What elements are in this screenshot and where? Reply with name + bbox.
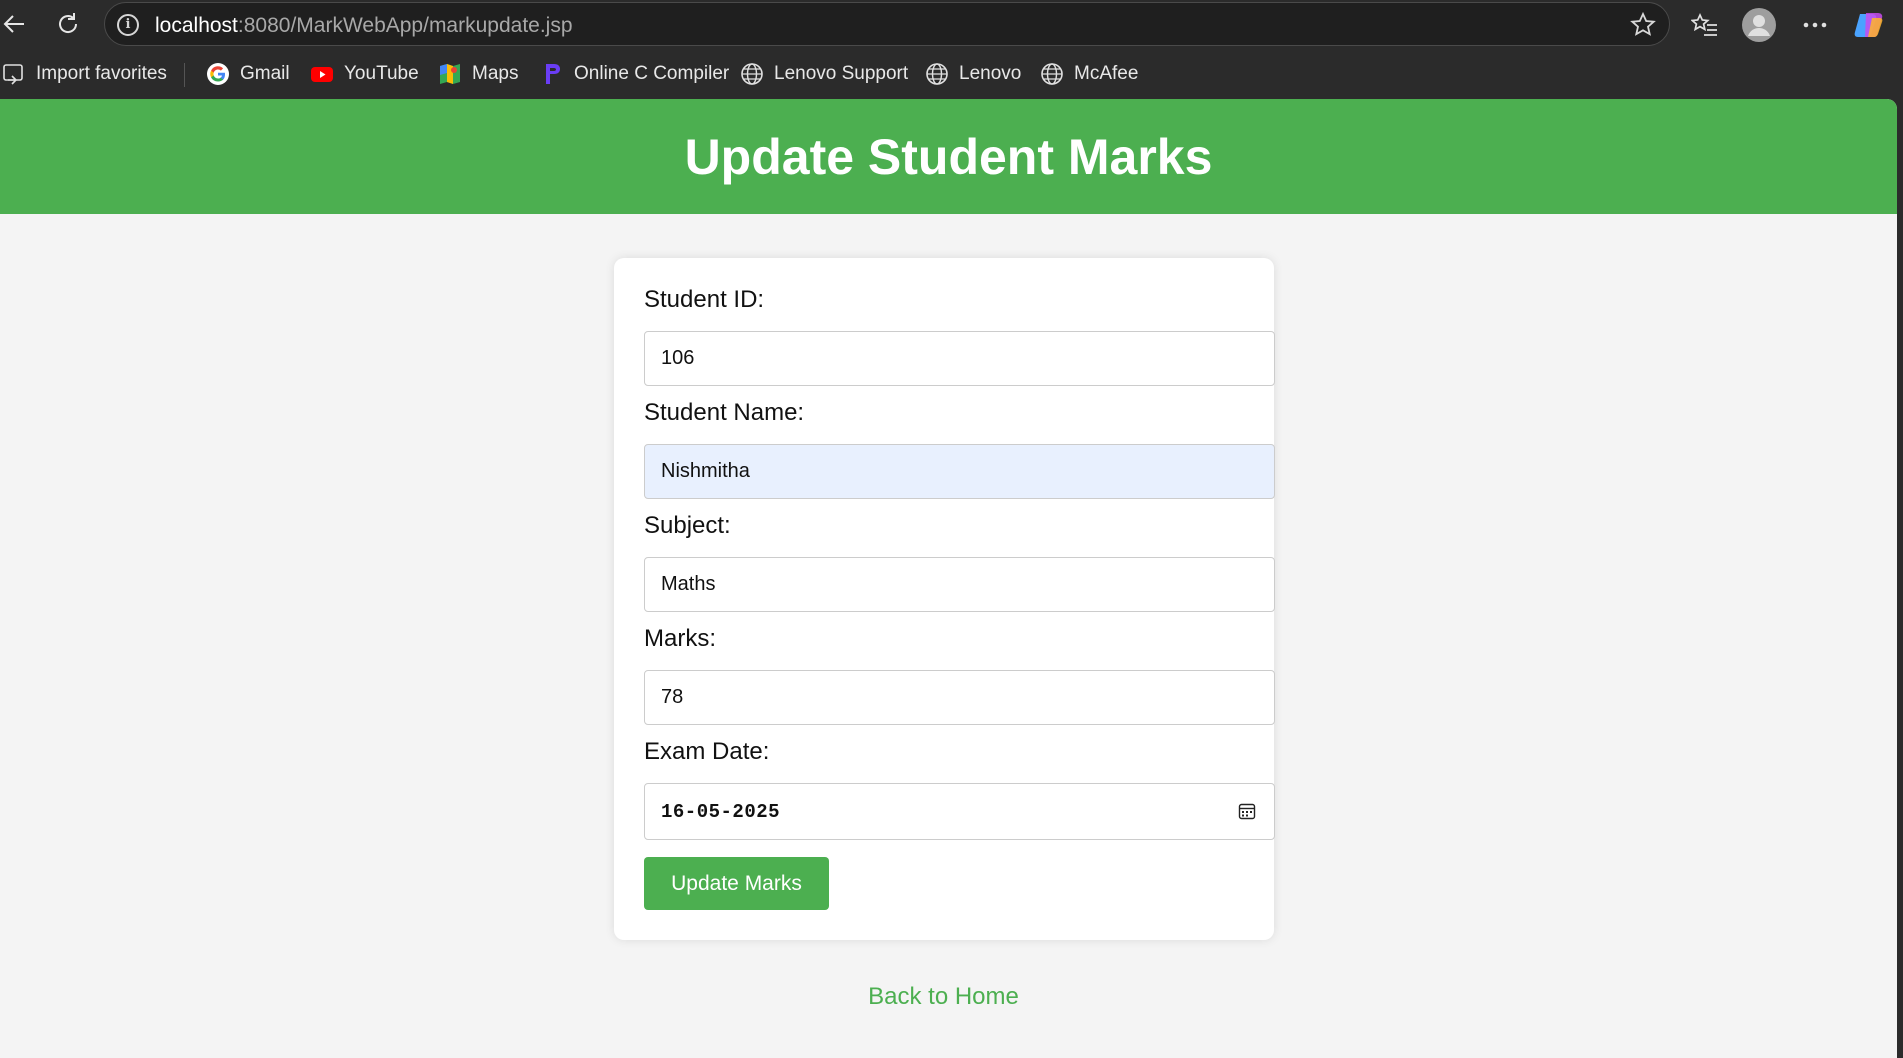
student-name-input[interactable]: Nishmitha <box>644 444 1275 499</box>
calendar-icon[interactable] <box>1238 802 1256 820</box>
google-icon <box>206 62 230 86</box>
more-options-icon[interactable] <box>1798 8 1832 42</box>
globe-icon <box>1040 62 1064 86</box>
marks-label: Marks: <box>644 625 716 652</box>
favorite-label: Lenovo <box>959 63 1022 84</box>
favorite-maps[interactable]: Maps <box>438 62 518 86</box>
url-text: localhost:8080/MarkWebApp/markupdate.jsp <box>155 14 573 38</box>
exam-date-input[interactable]: 16-05-2025 <box>644 783 1275 840</box>
favorite-lenovo[interactable]: Lenovo <box>925 62 1021 86</box>
favorite-label: Online C Compiler <box>574 63 730 84</box>
back-arrow-icon[interactable] <box>0 5 34 43</box>
exam-date-label: Exam Date: <box>644 738 770 765</box>
page-header: Update Student Marks <box>0 99 1897 214</box>
url-path: :8080/MarkWebApp/markupdate.jsp <box>237 14 573 37</box>
globe-icon <box>925 62 949 86</box>
favorite-label: Gmail <box>240 63 290 84</box>
favorite-mcafee[interactable]: McAfee <box>1040 62 1138 86</box>
update-marks-form: Student ID: 106 Student Name: Nishmitha … <box>614 258 1275 940</box>
back-to-home-link[interactable]: Back to Home <box>0 983 1887 1011</box>
favorites-list-icon[interactable] <box>1688 8 1722 42</box>
youtube-icon <box>310 62 334 86</box>
favorite-label: Import favorites <box>36 63 167 84</box>
student-name-label: Student Name: <box>644 399 805 426</box>
favorite-label: YouTube <box>344 63 419 84</box>
favorite-label: Maps <box>472 63 519 84</box>
favorites-divider <box>184 63 185 87</box>
favorite-import[interactable]: Import favorites <box>2 62 167 86</box>
window-edge <box>1897 99 1903 1058</box>
compiler-icon <box>540 62 564 86</box>
refresh-icon[interactable] <box>48 5 88 43</box>
site-info-icon[interactable]: i <box>117 14 139 36</box>
browser-toolbar: i localhost:8080/MarkWebApp/markupdate.j… <box>0 0 1903 49</box>
import-icon <box>2 62 26 86</box>
copilot-icon[interactable] <box>1852 8 1886 42</box>
favorite-label: McAfee <box>1074 63 1139 84</box>
favorite-youtube[interactable]: YouTube <box>310 62 419 86</box>
favorite-online-c-compiler[interactable]: Online C Compiler <box>540 62 729 86</box>
marks-input[interactable]: 78 <box>644 670 1275 725</box>
maps-icon <box>438 62 462 86</box>
update-marks-button[interactable]: Update Marks <box>644 857 829 910</box>
favorites-bar: Import favorites Gmail YouTube Maps Onli… <box>0 49 1903 99</box>
subject-label: Subject: <box>644 512 731 539</box>
profile-avatar-icon[interactable] <box>1742 8 1776 42</box>
url-host: localhost <box>155 14 238 37</box>
favorite-lenovo-support[interactable]: Lenovo Support <box>740 62 908 86</box>
student-id-input[interactable]: 106 <box>644 331 1275 386</box>
favorite-gmail[interactable]: Gmail <box>206 62 290 86</box>
student-id-label: Student ID: <box>644 286 765 313</box>
exam-date-value: 16-05-2025 <box>661 800 781 823</box>
page-title: Update Student Marks <box>684 128 1213 185</box>
subject-input[interactable]: Maths <box>644 557 1275 612</box>
address-bar[interactable]: i localhost:8080/MarkWebApp/markupdate.j… <box>104 2 1670 46</box>
globe-icon <box>740 62 764 86</box>
favorite-star-icon[interactable] <box>1629 11 1657 39</box>
favorite-label: Lenovo Support <box>774 63 909 84</box>
page-viewport: Update Student Marks Student ID: 106 Stu… <box>0 99 1897 1058</box>
